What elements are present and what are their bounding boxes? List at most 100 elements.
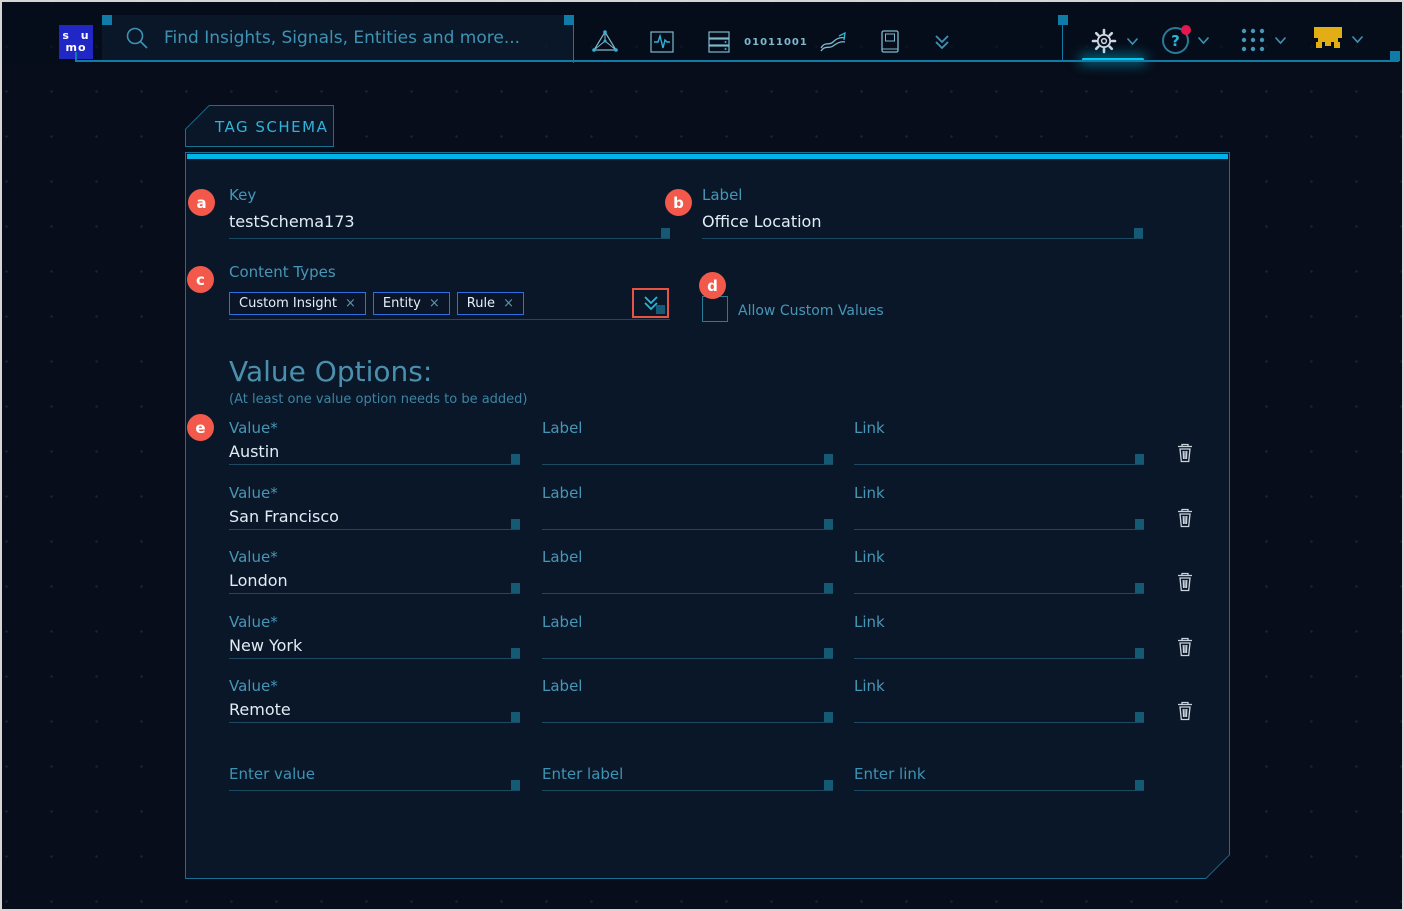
value-input[interactable]: Remote <box>229 700 291 719</box>
search-input[interactable] <box>164 23 554 53</box>
input-resize-handle[interactable] <box>1135 648 1144 658</box>
input-underline <box>229 529 520 530</box>
input-resize-handle[interactable] <box>511 454 520 464</box>
input-underline <box>542 722 833 723</box>
input-resize-handle[interactable] <box>511 583 520 593</box>
input-underline <box>229 319 670 320</box>
key-input[interactable]: testSchema173 <box>229 212 355 231</box>
triangle-mesh-icon[interactable] <box>590 25 620 59</box>
label-column: Label <box>542 613 833 671</box>
top-navigation: s u mo 0101 1001 <box>2 2 1402 64</box>
search-corner-accent <box>102 15 112 25</box>
link-column: Link <box>854 484 1144 542</box>
settings-menu[interactable] <box>1090 27 1139 55</box>
input-underline <box>542 464 833 465</box>
value-options-caption: (At least one value option needs to be a… <box>229 392 528 407</box>
chevron-down-icon <box>1274 36 1287 45</box>
input-resize-handle[interactable] <box>824 648 833 658</box>
input-resize-handle[interactable] <box>511 519 520 529</box>
nav-divider-accent <box>1058 15 1068 25</box>
close-icon[interactable]: × <box>503 296 514 311</box>
double-chevron-down-icon[interactable] <box>932 25 952 59</box>
help-icon: ? <box>1162 27 1189 54</box>
user-menu[interactable] <box>1313 27 1364 51</box>
input-resize-handle[interactable] <box>1135 712 1144 722</box>
input-resize-handle[interactable] <box>1135 519 1144 529</box>
new-value-input[interactable]: Enter value <box>229 765 315 783</box>
value-column: Value* San Francisco <box>229 484 520 542</box>
input-resize-handle[interactable] <box>661 228 670 238</box>
input-resize-handle[interactable] <box>1134 228 1143 238</box>
trend-chart-icon[interactable] <box>818 25 848 59</box>
label-header: Label <box>542 484 833 502</box>
link-column: Link <box>854 548 1144 606</box>
chip-rule[interactable]: Rule × <box>457 292 524 315</box>
input-resize-handle[interactable] <box>511 780 520 790</box>
content-types-label: Content Types <box>229 263 670 281</box>
chip-label: Custom Insight <box>239 296 337 311</box>
apps-menu[interactable] <box>1240 27 1287 53</box>
link-column: Link <box>854 613 1144 671</box>
chip-custom-insight[interactable]: Custom Insight × <box>229 292 366 315</box>
server-stack-icon[interactable] <box>704 25 734 59</box>
value-input[interactable]: London <box>229 571 288 590</box>
tab-label: TAG SCHEMA <box>215 118 328 136</box>
tag-schema-panel: a b c d e Key testSchema173 Label Office… <box>185 152 1230 879</box>
nav-bottom-border <box>75 60 1399 62</box>
delete-row-button[interactable] <box>1175 635 1197 659</box>
value-option-row: Value* San Francisco Label Link <box>229 484 1204 542</box>
annotation-marker-d: d <box>699 272 726 299</box>
input-underline <box>854 722 1144 723</box>
input-underline <box>854 529 1144 530</box>
close-icon[interactable]: × <box>429 296 440 311</box>
input-resize-handle[interactable] <box>824 454 833 464</box>
delete-row-button[interactable] <box>1175 699 1197 723</box>
value-header: Value* <box>229 677 520 695</box>
link-header: Link <box>854 419 1144 437</box>
book-icon[interactable] <box>875 25 905 59</box>
value-input[interactable]: Austin <box>229 442 279 461</box>
chevron-down-icon <box>1351 35 1364 44</box>
binary-code-icon[interactable]: 0101 1001 <box>761 25 791 59</box>
annotation-highlight-box <box>632 288 669 318</box>
input-resize-handle[interactable] <box>824 712 833 722</box>
tab-tag-schema[interactable]: TAG SCHEMA <box>185 105 334 147</box>
delete-row-button[interactable] <box>1175 506 1197 530</box>
pulse-monitor-icon[interactable] <box>647 25 677 59</box>
value-column: Enter value <box>229 757 520 815</box>
value-column: Value* Remote <box>229 677 520 735</box>
link-column: Enter link <box>854 757 1144 815</box>
chip-entity[interactable]: Entity × <box>373 292 450 315</box>
help-menu[interactable]: ? <box>1162 27 1210 54</box>
value-column: Value* New York <box>229 613 520 671</box>
binary-line1: 0101 <box>744 37 776 48</box>
allow-custom-values-checkbox[interactable] <box>702 296 728 322</box>
close-icon[interactable]: × <box>345 296 356 311</box>
input-resize-handle[interactable] <box>1135 780 1144 790</box>
input-resize-handle[interactable] <box>1135 583 1144 593</box>
value-input[interactable]: San Francisco <box>229 507 339 526</box>
input-resize-handle[interactable] <box>511 712 520 722</box>
content-types-field: Content Types Custom Insight × Entity × … <box>229 263 670 281</box>
new-label-input[interactable]: Enter label <box>542 765 623 783</box>
input-resize-handle[interactable] <box>511 648 520 658</box>
input-resize-handle[interactable] <box>824 519 833 529</box>
input-underline <box>542 593 833 594</box>
input-underline <box>542 790 833 791</box>
input-resize-handle[interactable] <box>824 583 833 593</box>
app-screen: s u mo 0101 1001 <box>2 2 1402 909</box>
input-underline <box>542 529 833 530</box>
label-input[interactable]: Office Location <box>702 212 821 231</box>
delete-row-button[interactable] <box>1175 570 1197 594</box>
input-resize-handle[interactable] <box>1135 454 1144 464</box>
new-link-input[interactable]: Enter link <box>854 765 926 783</box>
value-input[interactable]: New York <box>229 636 302 655</box>
input-resize-handle[interactable] <box>656 305 665 314</box>
link-header: Link <box>854 548 1144 566</box>
value-header: Value* <box>229 419 520 437</box>
chip-label: Rule <box>467 296 495 311</box>
label-field: Label Office Location <box>702 186 1143 204</box>
value-options-title: Value Options: <box>229 355 432 388</box>
delete-row-button[interactable] <box>1175 441 1197 465</box>
input-resize-handle[interactable] <box>824 780 833 790</box>
